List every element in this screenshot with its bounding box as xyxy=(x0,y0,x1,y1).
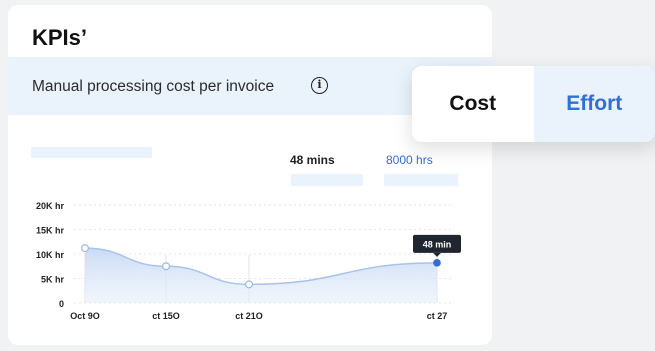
data-point xyxy=(80,244,89,253)
data-point xyxy=(162,262,171,271)
x-tick-label: ct 15O xyxy=(152,311,180,321)
y-tick-label: 10K hr xyxy=(36,250,65,260)
data-point xyxy=(245,280,254,289)
kpi-chart: 20K hr 15K hr 10K hr 5K hr 0 48 min Oct 9O ct 1… xyxy=(36,201,461,321)
x-tick-label: Oct 9O xyxy=(70,311,100,321)
y-tick-label: 5K hr xyxy=(41,275,65,285)
series-area xyxy=(85,248,437,303)
cost-effort-toggle: Cost Effort xyxy=(412,66,655,142)
data-point xyxy=(433,259,441,267)
x-tick-label: ct 27 xyxy=(427,311,448,321)
toggle-option-cost[interactable]: Cost xyxy=(412,66,534,142)
y-tick-label: 0 xyxy=(59,299,64,309)
y-tick-label: 20K hr xyxy=(36,201,65,211)
tooltip-pointer xyxy=(433,252,441,257)
toggle-option-effort[interactable]: Effort xyxy=(533,66,655,142)
x-tick-label: ct 21O xyxy=(235,311,263,321)
tooltip-label: 48 min xyxy=(423,239,452,249)
y-tick-label: 15K hr xyxy=(36,226,65,236)
kpi-card: KPIs’ Manual processing cost per invoice… xyxy=(8,5,492,345)
